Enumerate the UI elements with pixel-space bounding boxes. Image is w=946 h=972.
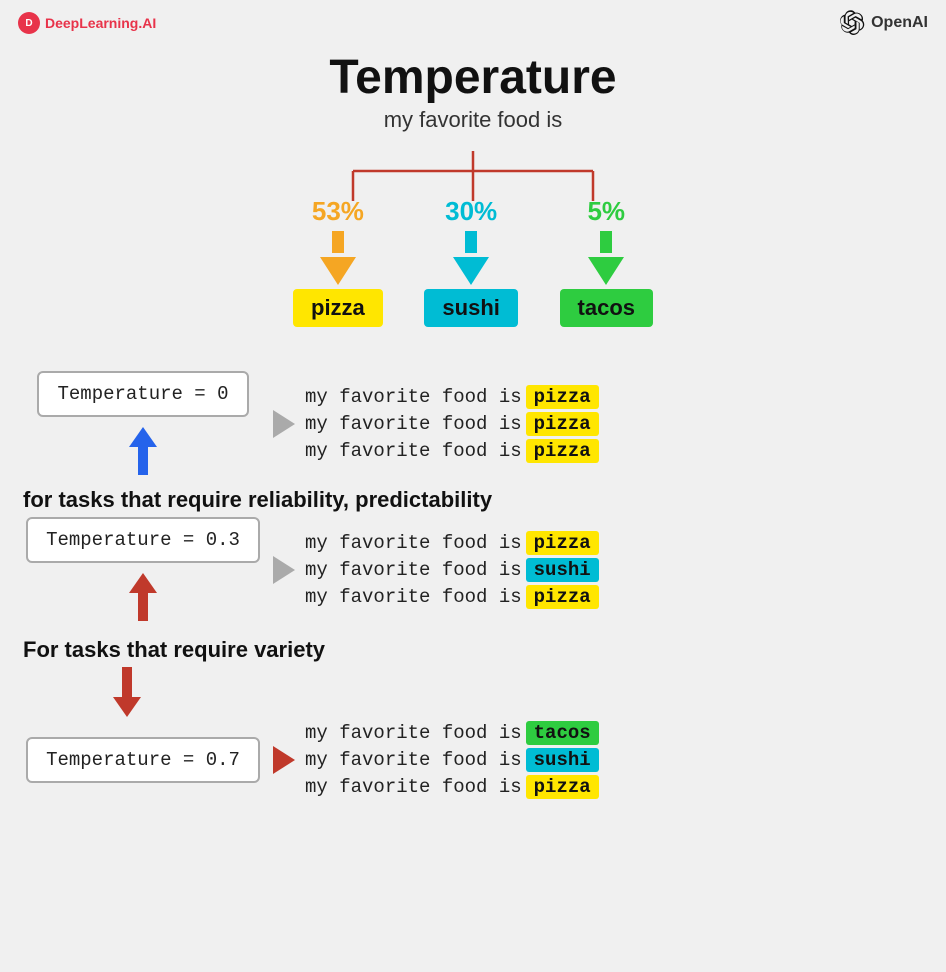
temp07-box: Temperature = 0.7 <box>26 737 260 783</box>
sushi-badge: sushi <box>424 289 517 327</box>
tacos-percent: 5% <box>587 196 625 227</box>
page-title: Temperature <box>329 50 616 105</box>
red-up-arrow-shaft <box>138 593 148 621</box>
temp07-out2: my favorite food is sushi <box>305 748 599 772</box>
temp07-arrow-shape <box>273 746 295 774</box>
page-subtitle: my favorite food is <box>384 107 563 133</box>
temp03-arrow-shape <box>273 556 295 584</box>
pizza-item: 53% pizza <box>293 196 383 327</box>
red-down-head <box>113 697 141 717</box>
temp03-outputs: my favorite food is pizza my favorite fo… <box>305 531 599 609</box>
temp0-box: Temperature = 0 <box>37 371 248 417</box>
blue-arrow-shape <box>129 427 157 475</box>
temp0-out2-word: pizza <box>526 412 599 436</box>
temp0-out1-word: pizza <box>526 385 599 409</box>
temp07-out3-prefix: my favorite food is <box>305 776 522 798</box>
temp0-arrow-shape <box>273 410 295 438</box>
temp0-right-arrow <box>273 410 295 438</box>
red-up-arrow-head <box>129 573 157 593</box>
temp03-out1-prefix: my favorite food is <box>305 532 522 554</box>
tacos-arrow-head <box>588 257 624 285</box>
red-up-arrow-shape <box>129 573 157 621</box>
temp03-up-arrow <box>129 573 157 621</box>
sushi-item: 30% sushi <box>424 196 517 327</box>
temp07-out2-prefix: my favorite food is <box>305 749 522 771</box>
temp0-out1-prefix: my favorite food is <box>305 386 522 408</box>
openai-icon <box>839 10 865 36</box>
temp03-out2-word: sushi <box>526 558 599 582</box>
temp0-out1: my favorite food is pizza <box>305 385 599 409</box>
blue-arrow-shaft <box>138 447 148 475</box>
temp07-out1-prefix: my favorite food is <box>305 722 522 744</box>
red-down-arrow-container <box>23 667 923 717</box>
temp0-out3: my favorite food is pizza <box>305 439 599 463</box>
deeplearning-logo: D DeepLearning.AI <box>18 12 156 34</box>
temp07-out3: my favorite food is pizza <box>305 775 599 799</box>
temp03-out2: my favorite food is sushi <box>305 558 599 582</box>
temp07-right-arrow <box>273 746 295 774</box>
temp0-out2: my favorite food is pizza <box>305 412 599 436</box>
temp0-outputs: my favorite food is pizza my favorite fo… <box>305 385 599 463</box>
red-down-shaft <box>122 667 132 697</box>
temp03-out3: my favorite food is pizza <box>305 585 599 609</box>
desc-variety: For tasks that require variety <box>23 637 923 663</box>
sections-area: Temperature = 0 my favorite food is <box>23 371 923 809</box>
tacos-item: 5% tacos <box>560 196 653 327</box>
dl-label: DeepLearning.AI <box>45 15 156 31</box>
main-content: Temperature my favorite food is 53% pizz… <box>0 50 946 809</box>
temp03-out3-prefix: my favorite food is <box>305 586 522 608</box>
temp07-section: Temperature = 0.7 my favorite food is ta… <box>23 721 923 801</box>
temp07-out2-word: sushi <box>526 748 599 772</box>
temp03-box: Temperature = 0.3 <box>26 517 260 563</box>
header: D DeepLearning.AI OpenAI <box>0 0 946 46</box>
temp03-out3-word: pizza <box>526 585 599 609</box>
red-down-arrow-shape <box>113 667 141 717</box>
temp07-row: Temperature = 0.7 my favorite food is ta… <box>23 721 923 799</box>
temp03-out2-prefix: my favorite food is <box>305 559 522 581</box>
pizza-badge: pizza <box>293 289 383 327</box>
desc-reliability: for tasks that require reliability, pred… <box>23 487 923 513</box>
tree-diagram: 53% pizza 30% sushi 5% tacos <box>263 151 683 351</box>
pizza-arrow-head <box>320 257 356 285</box>
temp07-out3-word: pizza <box>526 775 599 799</box>
temp07-out1-word: tacos <box>526 721 599 745</box>
temp0-out3-prefix: my favorite food is <box>305 440 522 462</box>
sushi-arrow-head <box>453 257 489 285</box>
temp0-up-arrow <box>129 427 157 475</box>
temp03-out1: my favorite food is pizza <box>305 531 599 555</box>
temp0-section: Temperature = 0 my favorite food is <box>23 371 923 479</box>
temp0-out2-prefix: my favorite food is <box>305 413 522 435</box>
dl-icon: D <box>18 12 40 34</box>
temp0-row: Temperature = 0 my favorite food is <box>23 371 923 477</box>
temp07-outputs: my favorite food is tacos my favorite fo… <box>305 721 599 799</box>
temp0-out3-word: pizza <box>526 439 599 463</box>
temp03-section: Temperature = 0.3 my favorite food is <box>23 517 923 625</box>
temp03-out1-word: pizza <box>526 531 599 555</box>
sushi-percent: 30% <box>445 196 497 227</box>
pizza-percent: 53% <box>312 196 364 227</box>
temp07-out1: my favorite food is tacos <box>305 721 599 745</box>
percent-row: 53% pizza 30% sushi 5% tacos <box>293 196 653 327</box>
temp03-right-arrow <box>273 556 295 584</box>
tacos-badge: tacos <box>560 289 653 327</box>
blue-arrow-head <box>129 427 157 447</box>
temp03-row: Temperature = 0.3 my favorite food is <box>23 517 923 623</box>
openai-label: OpenAI <box>871 14 928 32</box>
openai-logo: OpenAI <box>839 10 928 36</box>
